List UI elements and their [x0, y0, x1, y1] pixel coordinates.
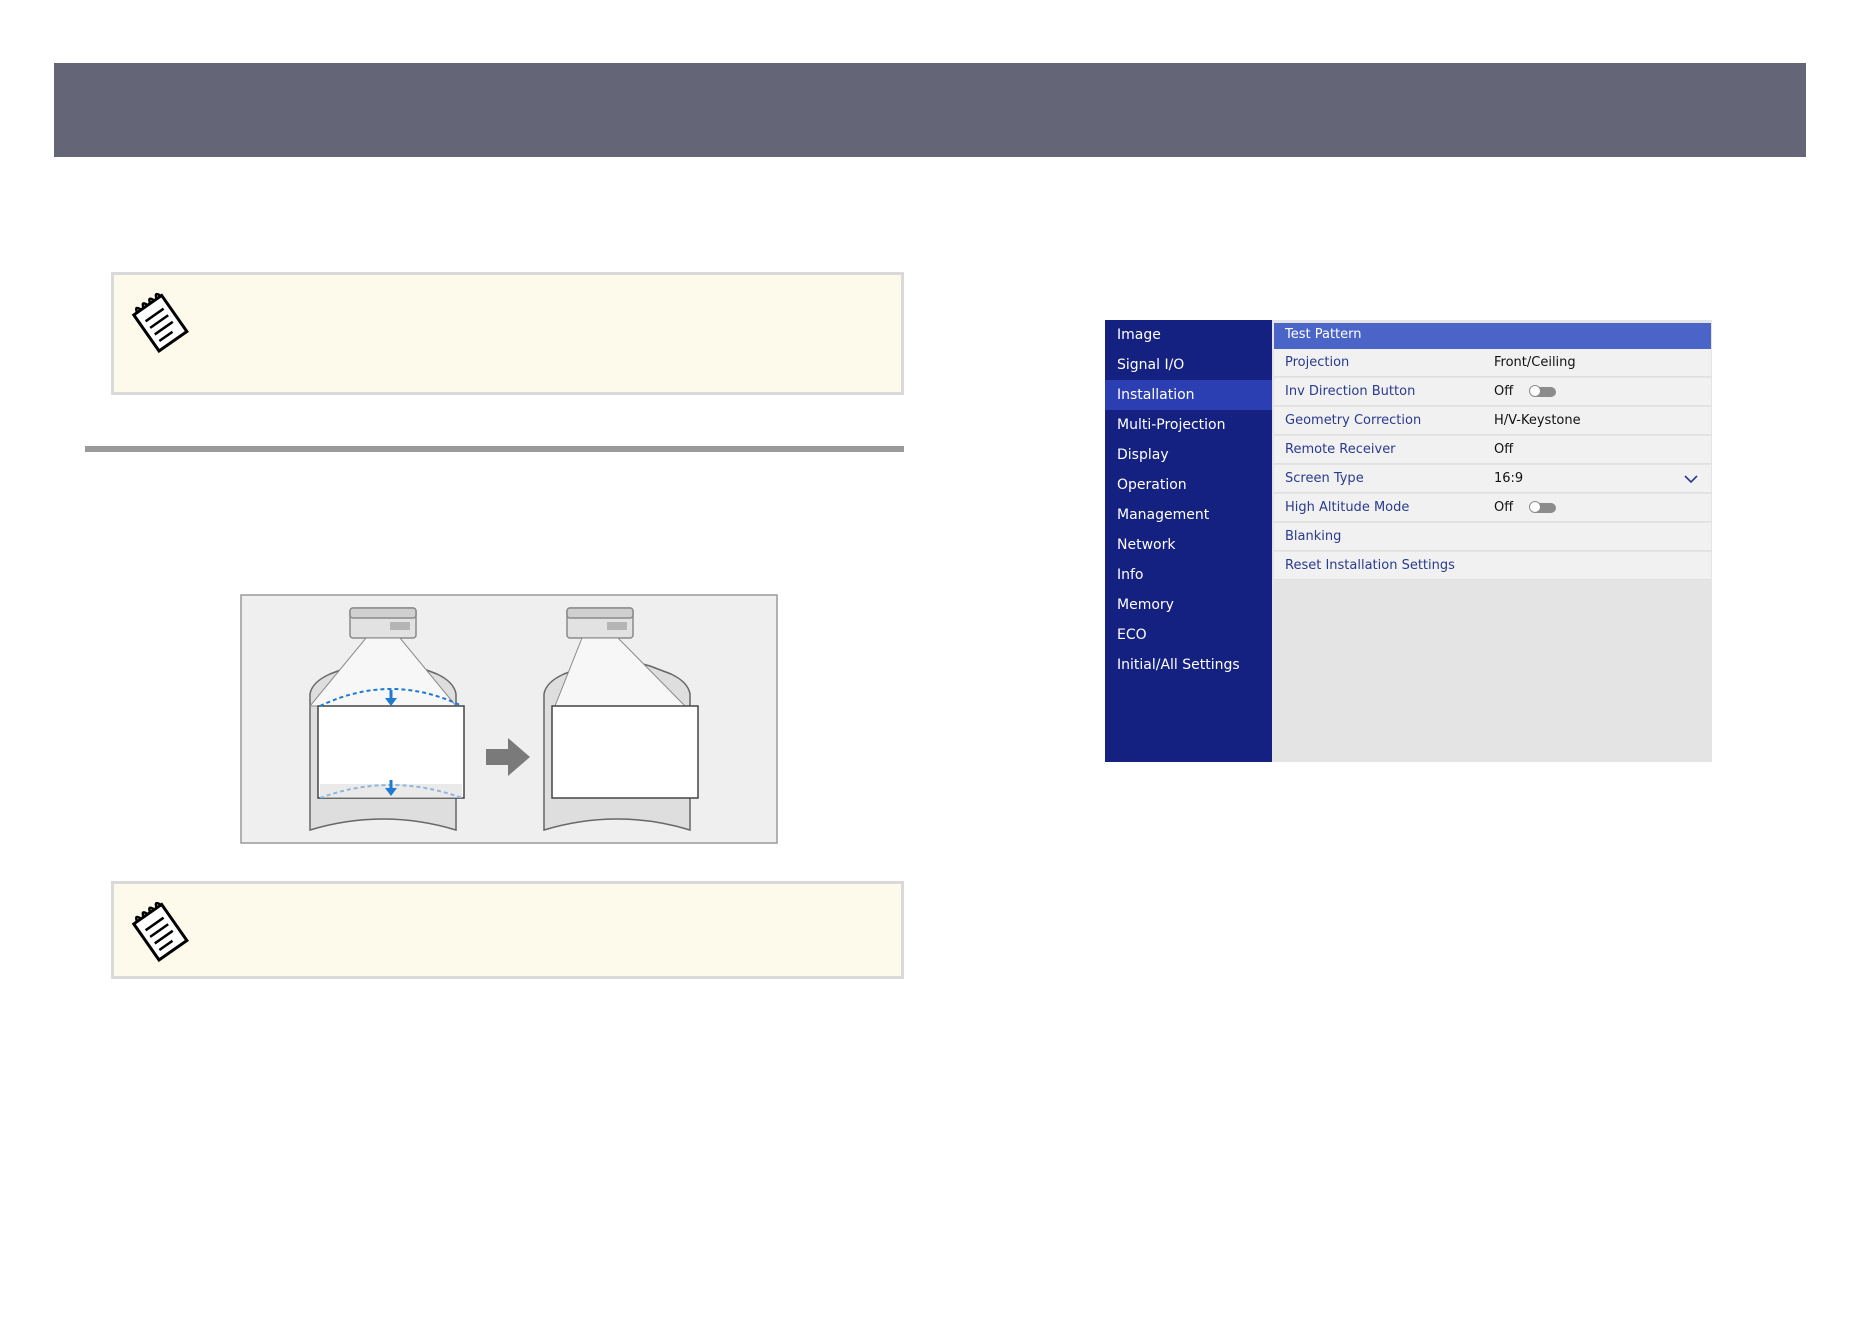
- row-label: Inv Direction Button: [1285, 384, 1416, 399]
- row-value: Front/Ceiling: [1494, 355, 1576, 370]
- row-label: Geometry Correction: [1285, 413, 1422, 428]
- notepad-icon: [131, 901, 189, 962]
- menu-row-blanking[interactable]: Blanking: [1274, 523, 1711, 551]
- menu-sidebar: Image Signal I/O Installation Multi-Proj…: [1105, 320, 1272, 762]
- row-label: Remote Receiver: [1285, 442, 1396, 457]
- toggle-switch-icon[interactable]: [1529, 501, 1556, 513]
- notepad-icon: [131, 292, 189, 353]
- row-value: Off: [1494, 500, 1514, 515]
- sidebar-item-memory[interactable]: Memory: [1105, 590, 1272, 620]
- section-divider: [85, 446, 904, 452]
- row-value: 16:9: [1494, 471, 1524, 486]
- sidebar-item-initial-all-settings[interactable]: Initial/All Settings: [1105, 650, 1272, 680]
- menu-row-reset-installation-settings[interactable]: Reset Installation Settings: [1274, 552, 1711, 580]
- menu-row-inv-direction-button[interactable]: Inv Direction Button Off: [1274, 378, 1711, 406]
- sidebar-item-signal-io[interactable]: Signal I/O: [1105, 350, 1272, 380]
- row-label: Test Pattern: [1285, 327, 1362, 342]
- row-value: Off: [1494, 442, 1514, 457]
- sidebar-item-eco[interactable]: ECO: [1105, 620, 1272, 650]
- sidebar-item-management[interactable]: Management: [1105, 500, 1272, 530]
- page-header-bar: [54, 63, 1806, 157]
- menu-row-geometry-correction[interactable]: Geometry Correction H/V-Keystone: [1274, 407, 1711, 435]
- sidebar-item-display[interactable]: Display: [1105, 440, 1272, 470]
- row-label: Reset Installation Settings: [1285, 558, 1455, 573]
- chevron-down-icon[interactable]: [1683, 471, 1699, 487]
- row-value: Off: [1494, 384, 1514, 399]
- menu-row-test-pattern[interactable]: Test Pattern: [1274, 323, 1711, 349]
- sidebar-item-info[interactable]: Info: [1105, 560, 1272, 590]
- note-box: [111, 881, 904, 979]
- projector-icon: [566, 607, 634, 639]
- sidebar-item-installation[interactable]: Installation: [1105, 380, 1272, 410]
- menu-row-projection[interactable]: Projection Front/Ceiling: [1274, 349, 1711, 377]
- projector-icon: [349, 607, 417, 639]
- menu-row-screen-type[interactable]: Screen Type 16:9: [1274, 465, 1711, 493]
- menu-row-high-altitude-mode[interactable]: High Altitude Mode Off: [1274, 494, 1711, 522]
- row-label: Screen Type: [1285, 471, 1364, 486]
- toggle-switch-icon[interactable]: [1529, 385, 1556, 397]
- row-label: High Altitude Mode: [1285, 500, 1410, 515]
- sidebar-item-network[interactable]: Network: [1105, 530, 1272, 560]
- note-box: [111, 272, 904, 395]
- row-value: H/V-Keystone: [1494, 413, 1581, 428]
- sidebar-item-multi-projection[interactable]: Multi-Projection: [1105, 410, 1272, 440]
- keystone-correction-diagram: [240, 594, 778, 844]
- menu-row-remote-receiver[interactable]: Remote Receiver Off: [1274, 436, 1711, 464]
- projector-settings-menu: Image Signal I/O Installation Multi-Proj…: [1105, 320, 1712, 762]
- row-label: Projection: [1285, 355, 1350, 370]
- sidebar-item-image[interactable]: Image: [1105, 320, 1272, 350]
- sidebar-item-operation[interactable]: Operation: [1105, 470, 1272, 500]
- row-label: Blanking: [1285, 529, 1342, 544]
